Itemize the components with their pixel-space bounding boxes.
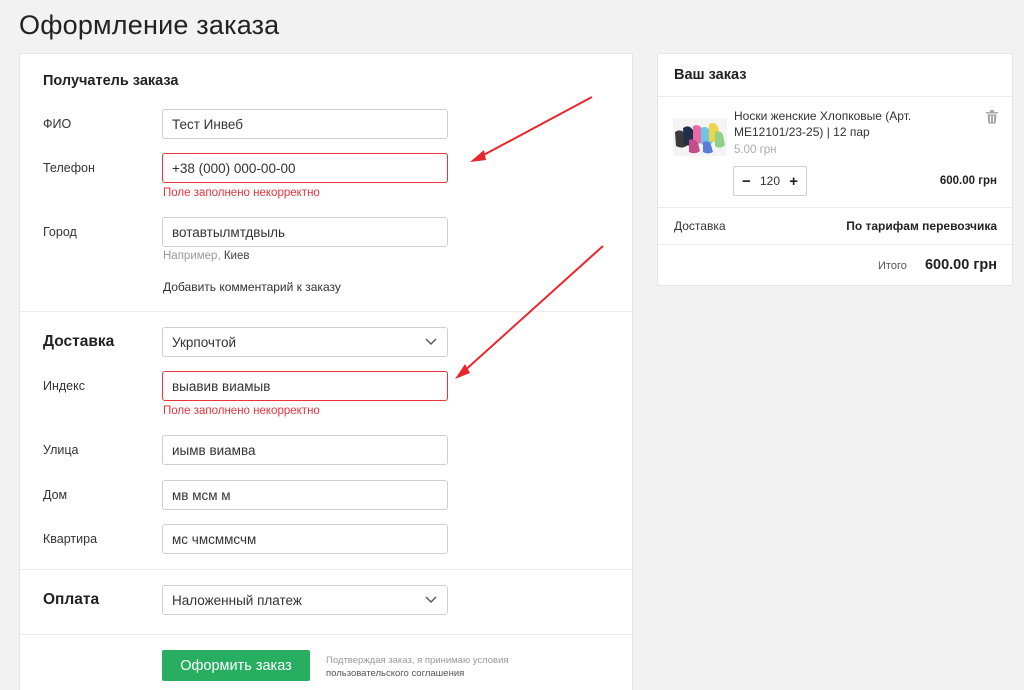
delivery-value: По тарифам перевозчика [846, 219, 997, 233]
city-label: Город [43, 225, 77, 239]
apartment-input[interactable]: мс чмсммсчм [162, 524, 448, 554]
city-hint-example[interactable]: Киев [224, 250, 250, 262]
payment-method-select[interactable]: Наложенный платеж [162, 585, 448, 615]
divider [658, 96, 1012, 97]
terms-link[interactable]: пользовательского соглашения [326, 667, 536, 680]
delivery-method-select[interactable]: Укрпочтой [162, 327, 448, 357]
order-summary: Ваш заказ Носки женские Хлопковые (Арт. … [657, 53, 1013, 286]
recipient-title: Получатель заказа [43, 73, 179, 89]
name-label: ФИО [43, 117, 72, 131]
checkout-form: Получатель заказа ФИО Тест Инвеб Телефон… [19, 53, 633, 690]
index-error: Поле заполнено некорректно [163, 405, 320, 417]
delivery-title: Доставка [43, 333, 115, 350]
delivery-method-value: Укрпочтой [172, 334, 237, 350]
city-hint: Например, Киев [163, 250, 249, 262]
phone-label: Телефон [43, 161, 95, 175]
order-title: Ваш заказ [674, 67, 747, 83]
product-name[interactable]: Носки женские Хлопковые (Арт. ME12101/23… [734, 108, 964, 140]
payment-method-value: Наложенный платеж [172, 592, 302, 608]
street-label: Улица [43, 443, 79, 457]
terms-note: Подтверждая заказ, я принимаю условия по… [326, 654, 536, 680]
line-total: 600.00 грн [939, 175, 997, 187]
quantity-value[interactable]: 120 [760, 174, 780, 188]
apartment-label: Квартира [43, 532, 98, 546]
phone-error: Поле заполнено некорректно [163, 187, 320, 199]
terms-line1: Подтверждая заказ, я принимаю условия [326, 655, 509, 666]
product-price: 5.00 грн [734, 144, 777, 156]
minus-icon[interactable]: − [742, 173, 751, 190]
payment-title: Оплата [43, 591, 100, 608]
add-comment-link[interactable]: Добавить комментарий к заказу [163, 280, 341, 294]
chevron-down-icon [424, 593, 438, 607]
street-input[interactable]: иымв виамва [162, 435, 448, 465]
page-title: Оформление заказа [19, 10, 280, 40]
index-input[interactable]: выавив виамыв [162, 371, 448, 401]
divider [658, 244, 1012, 245]
divider [20, 311, 632, 312]
plus-icon[interactable]: + [789, 173, 798, 190]
total-value: 600.00 грн [924, 257, 997, 273]
index-label: Индекс [43, 379, 85, 393]
trash-icon[interactable] [986, 110, 998, 124]
divider [20, 569, 632, 570]
delivery-label: Доставка [674, 219, 726, 233]
city-hint-prefix: Например, [163, 250, 221, 262]
divider [20, 634, 632, 635]
phone-input[interactable]: +38 (000) 000-00-00 [162, 153, 448, 183]
divider [658, 207, 1012, 208]
chevron-down-icon [424, 335, 438, 349]
house-label: Дом [43, 488, 68, 502]
city-input[interactable]: вотавтылмтдвыль [162, 217, 448, 247]
place-order-button[interactable]: Оформить заказ [162, 650, 310, 681]
name-input[interactable]: Тест Инвеб [162, 109, 448, 139]
quantity-stepper[interactable]: − 120 + [733, 166, 807, 196]
product-thumbnail[interactable] [673, 118, 727, 156]
house-input[interactable]: мв мсм м [162, 480, 448, 510]
total-label: Итого [878, 260, 907, 272]
